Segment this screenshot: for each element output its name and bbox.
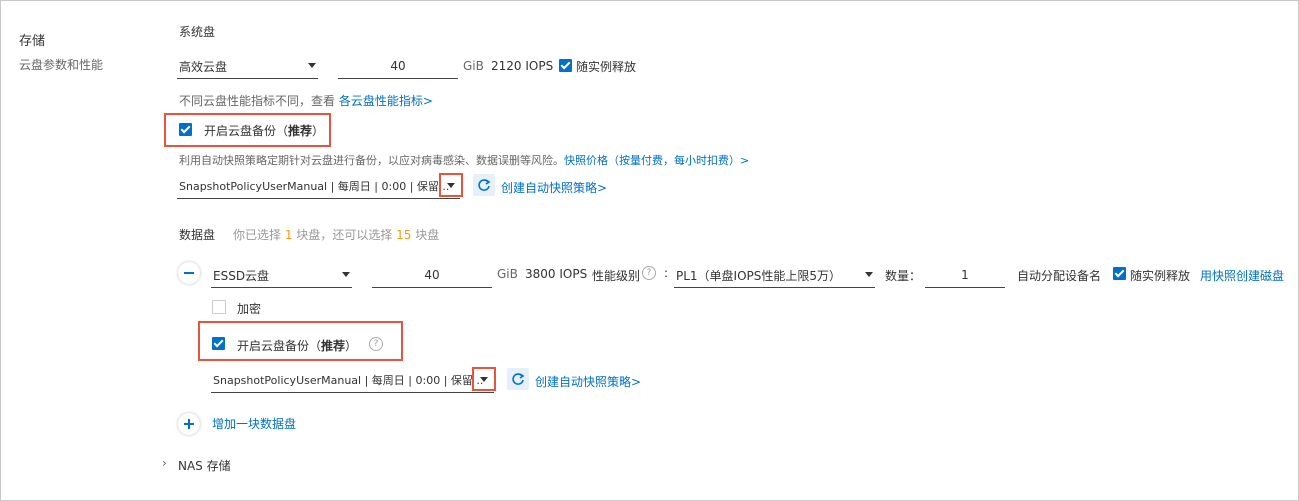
data-disk-type-select[interactable]: ESSD云盘 [211,262,352,288]
data-disk-title: 数据盘 [179,228,216,242]
add-disk-button[interactable] [178,413,200,435]
data-disk-release-label: 随实例释放 [1130,269,1191,283]
price-link[interactable]: 快照价格（按量付费，每小时扣费）> [564,154,749,167]
refresh-icon [512,373,525,385]
refresh-button[interactable] [507,368,529,390]
plus-icon-vertical [188,419,190,429]
perf-level-value: PL1（单盘IOPS性能上限5万） [676,269,842,283]
selected-count: 1 [284,228,293,242]
perf-note: 不同云盘性能指标不同，查看 各云盘性能指标> [179,92,433,109]
system-disk-iops: 2120 IOPS [491,59,554,73]
perf-level-colon: : [664,266,669,280]
data-policy-select[interactable]: SnapshotPolicyUserManual | 每周日 | 0:00 | … [211,367,494,393]
system-disk-release-checkbox[interactable] [559,59,572,72]
perf-note-text: 不同云盘性能指标不同，查看 [179,94,336,108]
chevron-down-icon [865,272,873,277]
backup-label-text: 开启云盘备份（ [204,124,289,138]
backup-close: ） [312,124,325,138]
section-subtitle: 云盘参数和性能 [19,58,104,72]
minus-icon [184,272,194,274]
hint-prefix: 你已选择 [233,228,282,242]
add-disk-link[interactable]: 增加一块数据盘 [212,415,296,432]
encrypt-checkbox[interactable] [212,300,226,314]
system-disk-size-input[interactable]: 40 [338,53,458,79]
perf-level-label: 性能级别 [592,269,641,283]
refresh-icon [478,179,491,191]
auto-assign-label: 自动分配设备名 [1017,269,1102,283]
remove-disk-button[interactable] [178,262,200,284]
refresh-button[interactable] [473,174,495,196]
data-disk-type-value: ESSD云盘 [213,269,270,283]
chevron-down-icon[interactable] [480,377,488,382]
hint-suffix: 块盘 [415,228,440,242]
system-disk-title: 系统盘 [179,25,216,39]
encrypt-label: 加密 [237,302,262,316]
section-title: 存储 [19,34,46,49]
chevron-down-icon [308,63,316,68]
create-from-snapshot-link[interactable]: 用快照创建磁盘 [1200,267,1284,284]
data-policy-value: SnapshotPolicyUserManual | 每周日 | 0:00 | … [213,374,484,387]
data-disk-iops: 3800 IOPS [525,267,588,281]
perf-level-select[interactable]: PL1（单盘IOPS性能上限5万） [674,262,875,288]
system-disk-unit: GiB [463,59,484,73]
system-disk-release-label: 随实例释放 [576,60,637,74]
quantity-input[interactable]: 1 [925,262,1005,288]
data-disk-hint: 你已选择 1 块盘，还可以选择 15 块盘 [233,226,439,243]
nas-storage-toggle[interactable]: NAS 存储 [178,457,231,474]
perf-link[interactable]: 各云盘性能指标> [339,94,433,108]
system-backup-checkbox[interactable] [179,123,192,136]
backup-close: ） [345,339,358,353]
backup-desc-text: 利用自动快照策略定期针对云盘进行备份，以应对病毒感染、数据误删等风险。 [179,154,564,167]
data-backup-label: 开启云盘备份（推荐） [237,337,357,354]
data-disk-unit: GiB [497,267,518,281]
remaining-count: 15 [396,228,412,242]
quantity-label: 数量： [885,269,922,283]
help-icon[interactable]: ? [642,266,656,280]
system-disk-type-select[interactable]: 高效云盘 [177,53,318,79]
backup-label-text: 开启云盘备份（ [237,339,322,353]
data-backup-checkbox[interactable] [212,337,225,350]
system-policy-select[interactable]: SnapshotPolicyUserManual | 每周日 | 0:00 | … [177,173,460,199]
data-disk-release-checkbox[interactable] [1113,267,1126,280]
chevron-down-icon[interactable] [447,183,455,188]
system-disk-type-value: 高效云盘 [179,60,228,74]
backup-desc: 利用自动快照策略定期针对云盘进行备份，以应对病毒感染、数据误删等风险。快照价格（… [179,152,749,168]
data-create-policy-link[interactable]: 创建自动快照策略> [535,373,641,390]
system-policy-value: SnapshotPolicyUserManual | 每周日 | 0:00 | … [179,180,450,193]
hint-mid: 块盘，还可以选择 [296,228,393,242]
storage-panel: 存储 云盘参数和性能 系统盘 高效云盘 40 GiB 2120 IOPS 随实例… [0,0,1299,501]
chevron-right-icon[interactable]: › [162,456,167,470]
chevron-down-icon [342,272,350,277]
backup-recommend: 推荐 [288,124,313,138]
data-disk-size-input[interactable]: 40 [372,262,492,288]
system-backup-label: 开启云盘备份（推荐） [204,122,324,139]
system-create-policy-link[interactable]: 创建自动快照策略> [501,179,607,196]
help-icon[interactable]: ? [369,337,383,351]
backup-recommend: 推荐 [321,339,346,353]
